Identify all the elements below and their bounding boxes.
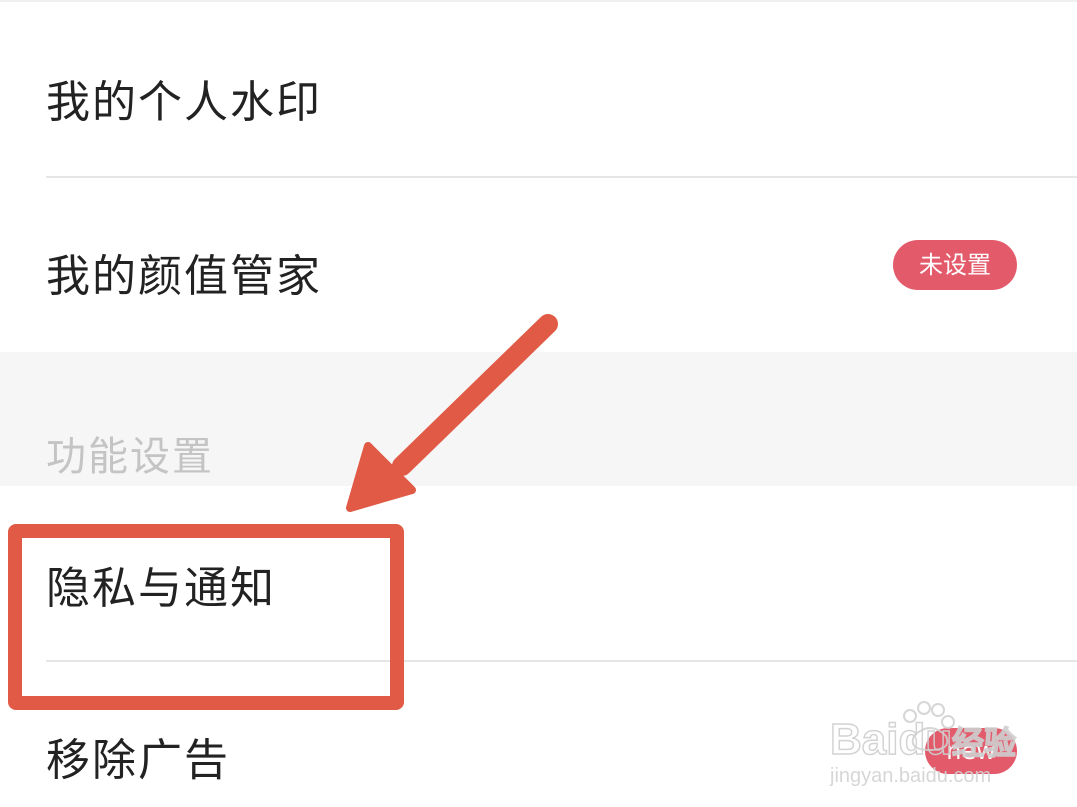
status-badge-not-set: 未设置 — [893, 240, 1017, 290]
annotation-highlight-box — [8, 524, 404, 710]
setting-item-label: 我的个人水印 — [46, 77, 322, 128]
section-title-function-settings: 功能设置 — [46, 434, 214, 480]
setting-item-beauty-manager[interactable]: 我的颜值管家 未设置 — [0, 178, 1077, 352]
setting-item-personal-watermark[interactable]: 我的个人水印 — [0, 2, 1077, 176]
setting-item-label: 移除广告 — [46, 735, 230, 786]
settings-screen: 我的个人水印 我的颜值管家 未设置 功能设置 隐私与通知 移除广告 new Ba… — [0, 0, 1077, 807]
setting-item-label: 我的颜值管家 — [46, 251, 322, 302]
status-badge-new: new — [925, 728, 1017, 774]
